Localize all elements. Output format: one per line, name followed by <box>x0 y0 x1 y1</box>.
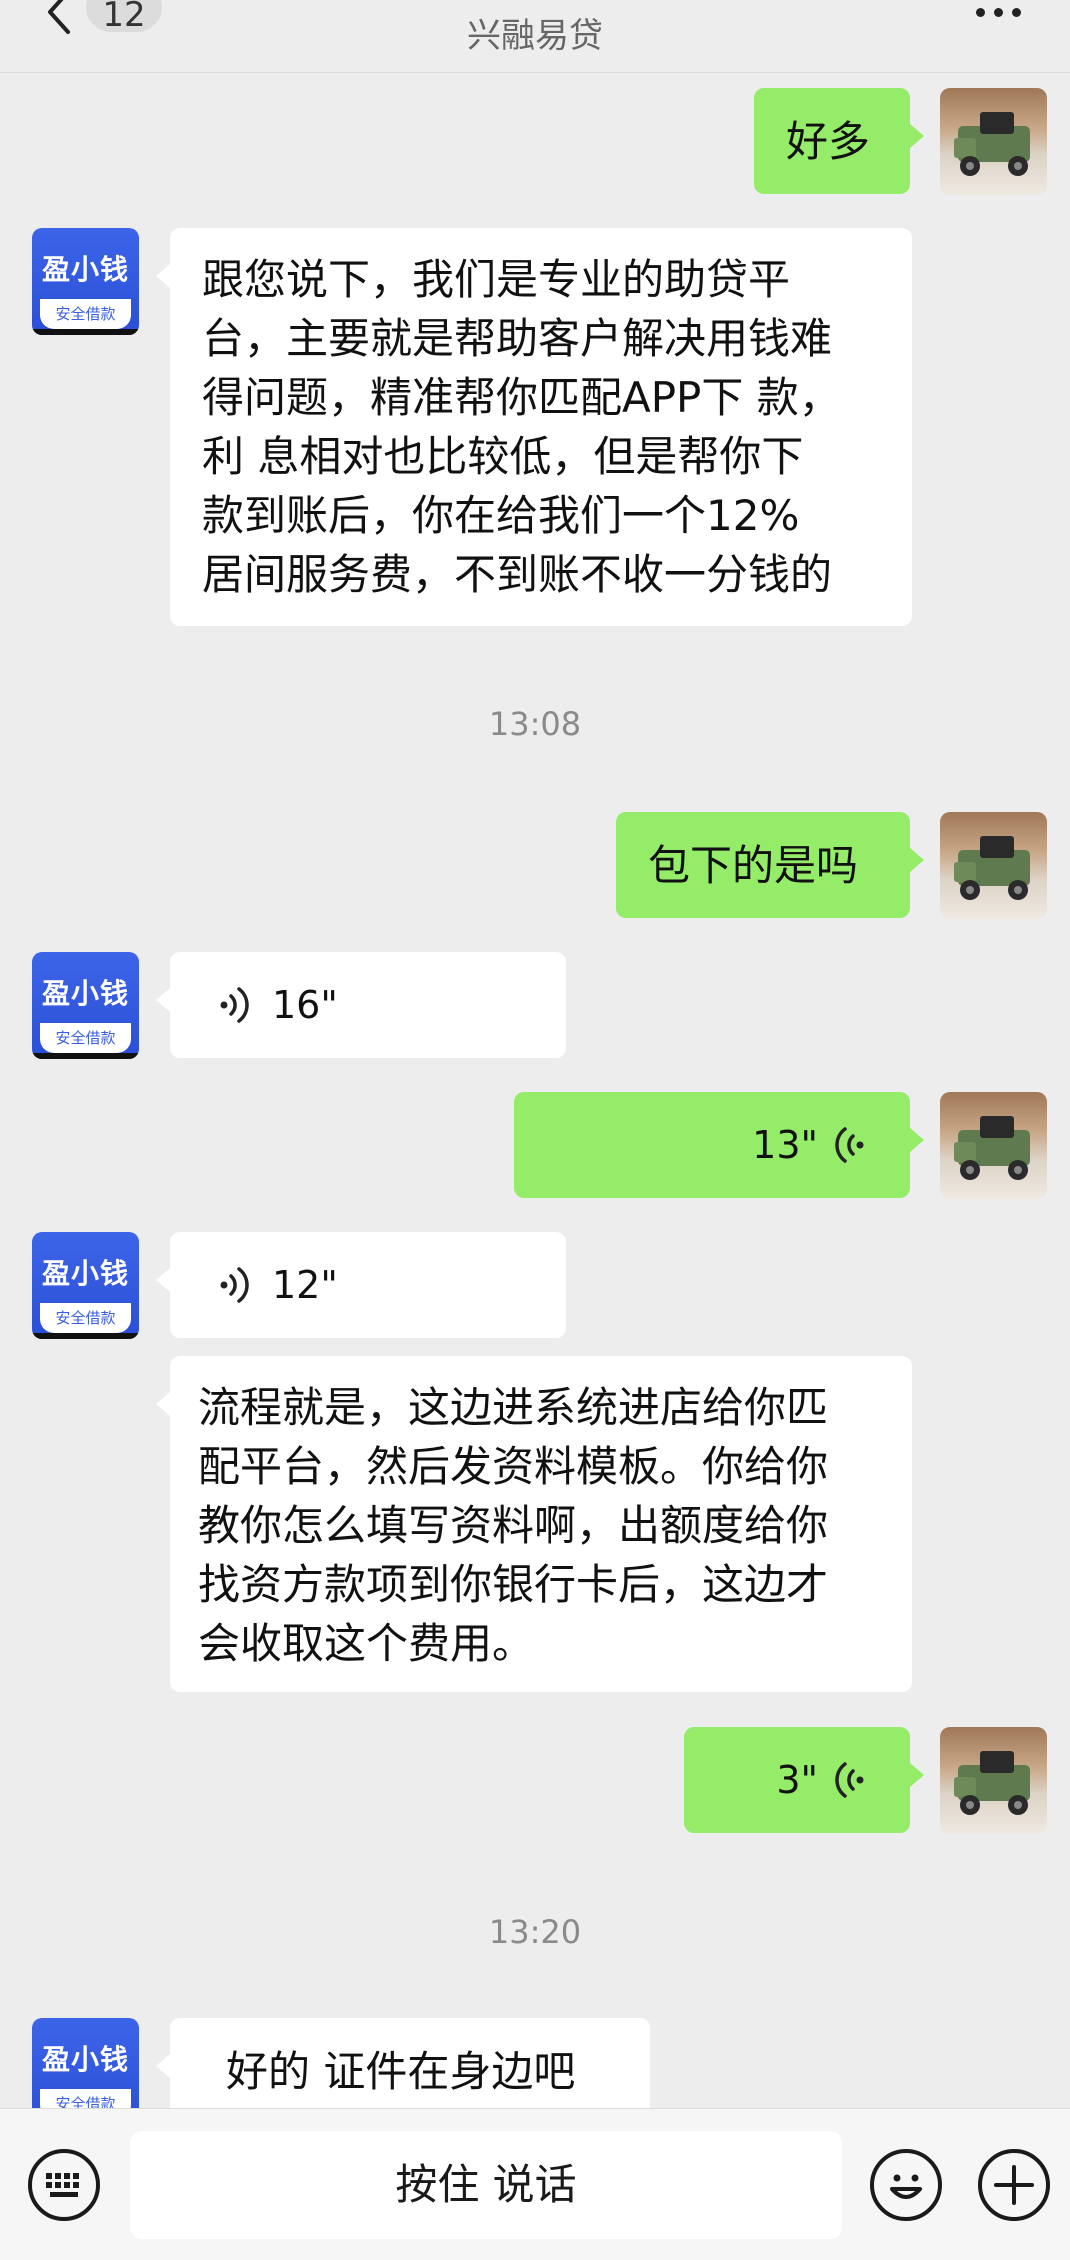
contact-avatar[interactable]: 盈小钱 安全借款 <box>32 952 139 1059</box>
message-line: 会收取这个费用。 <box>198 1619 535 1668</box>
avatar-brand-text: 盈小钱 <box>41 253 129 286</box>
user-avatar[interactable] <box>940 1727 1047 1834</box>
voice-message-outgoing[interactable]: 3" <box>684 1727 924 1833</box>
avatar-tag-text: 安全借款 <box>40 1023 131 1053</box>
voice-wave-icon <box>220 987 249 1023</box>
message-line: 跟您说下，我们是专业的助贷平 <box>202 255 791 304</box>
timestamp: 13:08 <box>488 705 582 743</box>
message-bubble-incoming[interactable]: 流程就是，这边进系统进店给你匹 配平台，然后发资料模板。你给你 教你怎么填写资料… <box>156 1356 912 1692</box>
message-line: 款到账后，你在给我们一个12% <box>202 491 800 540</box>
avatar-tag-text: 安全借款 <box>40 1303 131 1333</box>
voice-message-incoming[interactable]: 12" <box>156 1232 566 1338</box>
contact-avatar[interactable]: 盈小钱 安全借款 <box>32 1232 139 1339</box>
add-more-icon[interactable] <box>978 2149 1050 2221</box>
message-text: 好多 <box>786 117 871 166</box>
message-line: 利 息相对也比较低，但是帮你下 <box>202 432 804 481</box>
chat-title: 兴融易贷 <box>467 16 603 56</box>
chat-header: 12 兴融易贷 <box>0 0 1070 73</box>
message-line: 配平台，然后发资料模板。你给你 <box>198 1442 829 1491</box>
voice-wave-icon <box>835 1127 864 1163</box>
message-bubble-outgoing[interactable]: 包下的是吗 <box>616 812 924 918</box>
toy-truck-icon <box>954 836 1030 900</box>
voice-message-incoming[interactable]: 16" <box>156 952 566 1058</box>
message-line: 居间服务费，不到账不收一分钱的 <box>202 550 833 599</box>
avatar-tag-text: 安全借款 <box>40 299 131 329</box>
voice-message-outgoing[interactable]: 13" <box>514 1092 924 1198</box>
more-options-icon[interactable] <box>976 2 1032 17</box>
message-bubble-incoming[interactable]: 跟您说下，我们是专业的助贷平 台，主要就是帮助客户解决用钱难 得问题，精准帮你匹… <box>156 228 912 626</box>
user-avatar[interactable] <box>940 88 1047 195</box>
voice-wave-icon <box>835 1762 864 1798</box>
contact-avatar[interactable]: 盈小钱 安全借款 <box>32 228 139 335</box>
message-text: 包下的是吗 <box>648 841 859 890</box>
hold-to-talk-button[interactable]: 按住 说话 <box>130 2131 842 2239</box>
user-avatar[interactable] <box>940 1092 1047 1199</box>
message-line: 找资方款项到你银行卡后，这边才 <box>198 1560 829 1609</box>
voice-duration: 3" <box>776 1757 818 1802</box>
user-avatar[interactable] <box>940 812 1047 919</box>
toy-truck-icon <box>954 112 1030 176</box>
keyboard-icon[interactable] <box>28 2149 100 2221</box>
message-line: 教你怎么填写资料啊，出额度给你 <box>198 1501 829 1550</box>
voice-duration: 13" <box>752 1122 818 1167</box>
message-line: 流程就是，这边进系统进店给你匹 <box>198 1383 829 1432</box>
voice-duration: 16" <box>272 982 338 1027</box>
message-bubble-outgoing[interactable]: 好多 <box>754 88 924 194</box>
message-line: 台，主要就是帮助客户解决用钱难 <box>202 314 833 363</box>
voice-duration: 12" <box>272 1262 338 1307</box>
avatar-brand-text: 盈小钱 <box>41 1257 129 1290</box>
timestamp: 13:20 <box>488 1913 582 1951</box>
message-text: 好的 证件在身边吧 <box>226 2047 576 2096</box>
avatar-brand-text: 盈小钱 <box>41 2043 129 2076</box>
avatar-brand-text: 盈小钱 <box>41 977 129 1010</box>
toy-truck-icon <box>954 1116 1030 1180</box>
input-bar: 按住 说话 <box>0 2108 1070 2260</box>
message-line: 得问题，精准帮你匹配APP下 款， <box>202 373 841 422</box>
toy-truck-icon <box>954 1751 1030 1815</box>
emoji-icon[interactable] <box>870 2149 942 2221</box>
voice-wave-icon <box>220 1267 249 1303</box>
